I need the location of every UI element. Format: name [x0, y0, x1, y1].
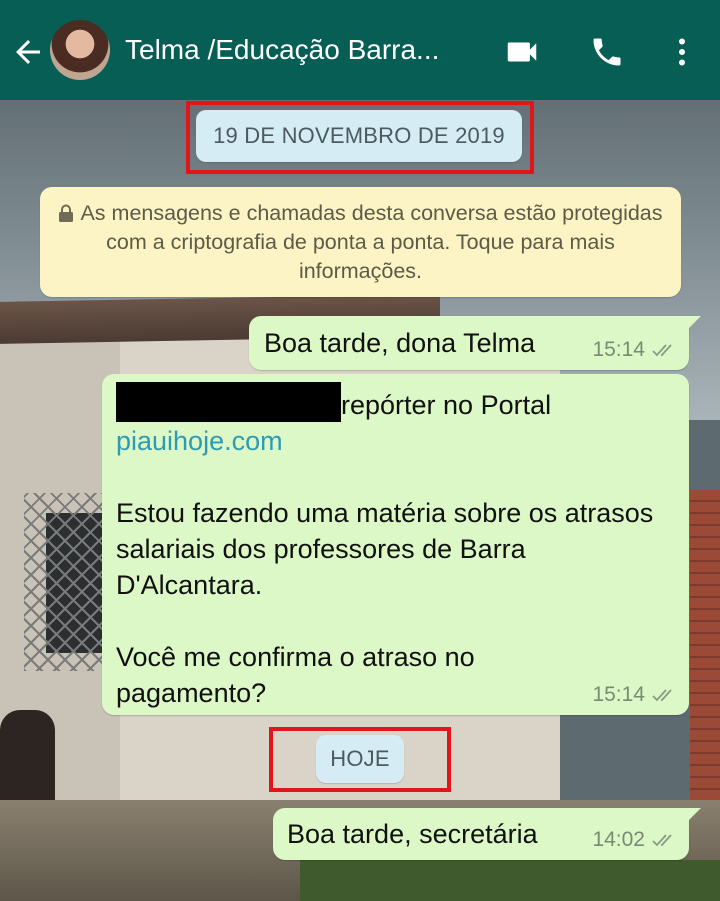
message-meta: 14:02 — [592, 828, 677, 852]
highlight-box-today — [269, 727, 451, 792]
message-paragraph: Você me confirma o atraso no pagamento? — [116, 642, 475, 708]
message-paragraph: Estou fazendo uma matéria sobre os atras… — [116, 498, 654, 600]
double-check-icon — [652, 834, 672, 847]
message-meta: 15:14 — [592, 338, 677, 362]
contact-avatar[interactable] — [50, 20, 110, 80]
phone-icon — [593, 38, 621, 66]
message-bubble-outgoing[interactable]: Boa tarde, dona Telma 15:14 — [249, 316, 701, 370]
message-bubble-outgoing[interactable]: repórter no Portal piauihoje.com Estou f… — [102, 374, 689, 715]
highlight-box-date — [186, 101, 534, 174]
contact-name[interactable]: Telma /Educação Barra... — [125, 34, 485, 66]
encryption-notice-text: As mensagens e chamadas desta conversa e… — [80, 201, 663, 283]
message-time: 14:02 — [592, 828, 645, 851]
message-text: Boa tarde, secretária — [287, 819, 538, 849]
lock-icon — [59, 204, 74, 222]
message-link[interactable]: piauihoje.com — [116, 423, 656, 459]
message-bubble-outgoing[interactable]: Boa tarde, secretária 14:02 — [273, 808, 701, 860]
message-time: 15:14 — [592, 338, 645, 361]
encryption-notice[interactable]: As mensagens e chamadas desta conversa e… — [40, 187, 681, 297]
double-check-icon — [652, 344, 672, 357]
back-button[interactable] — [10, 34, 46, 70]
message-meta: 15:14 — [592, 683, 677, 707]
video-call-button[interactable] — [502, 32, 542, 72]
message-line-text: repórter no Portal — [341, 390, 552, 420]
chat-header: Telma /Educação Barra... — [0, 0, 720, 100]
message-text: repórter no Portal piauihoje.com Estou f… — [116, 382, 656, 711]
voice-call-button[interactable] — [587, 32, 627, 72]
message-line: repórter no Portal — [116, 382, 656, 423]
redacted-name-block — [116, 382, 341, 422]
message-text: Boa tarde, dona Telma — [264, 328, 536, 358]
wallpaper-brick-wall — [690, 490, 720, 800]
message-time: 15:14 — [592, 683, 645, 706]
more-vertical-icon — [679, 38, 685, 66]
more-options-button[interactable] — [662, 32, 702, 72]
bubble-tail — [687, 316, 701, 330]
wallpaper-window-grate — [24, 493, 106, 671]
arrow-left-icon — [16, 40, 40, 64]
bubble-tail — [687, 808, 701, 822]
wallpaper-grass — [300, 860, 720, 901]
video-camera-icon — [507, 42, 537, 62]
double-check-icon — [652, 689, 672, 702]
